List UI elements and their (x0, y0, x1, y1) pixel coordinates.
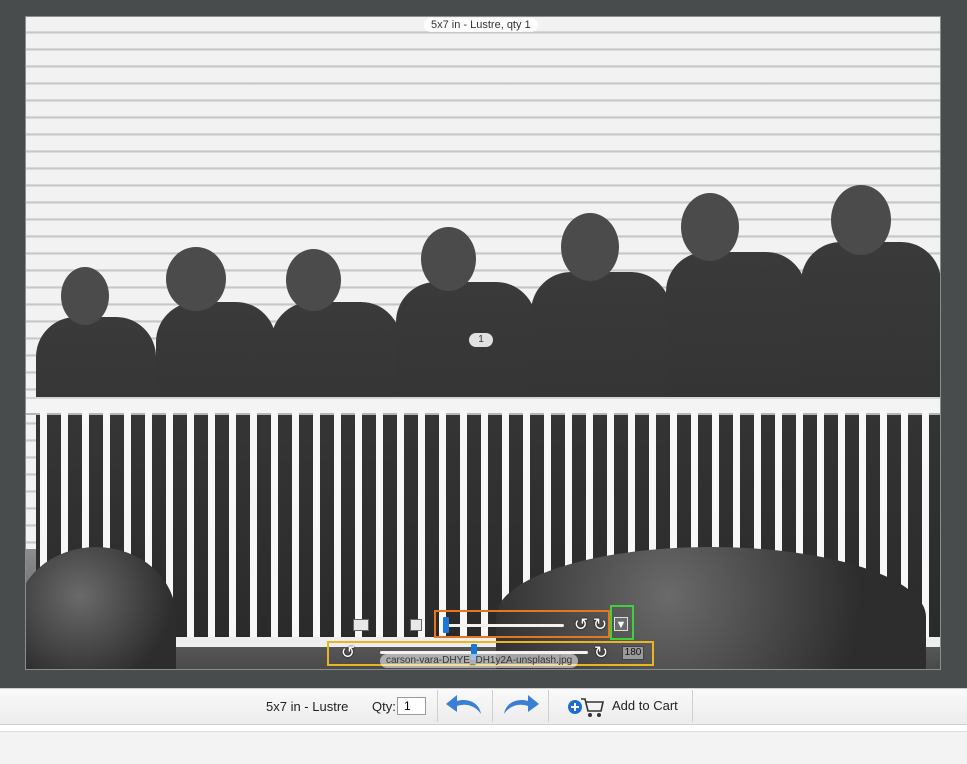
zoom-slider-thumb[interactable] (443, 617, 449, 633)
undo-button[interactable] (440, 690, 490, 722)
rotate-left-icon[interactable]: ↺ (572, 616, 590, 634)
photo-filename-label: carson-vara-DHYE_DH1y2A-unsplash.jpg (380, 654, 579, 668)
product-label: 5x7 in - Lustre (266, 699, 349, 714)
crop-portrait-icon[interactable] (410, 619, 422, 631)
toolbar-separator (692, 690, 693, 722)
photo-head-1 (61, 267, 109, 325)
photo-head-6 (681, 193, 739, 261)
photo-head-3 (286, 249, 341, 311)
photo-head-5 (561, 213, 619, 281)
print-canvas: 5x7 in - Lustre, qty 1 1 ↺ ↻ ▼ ↺ carson-… (0, 0, 967, 688)
add-to-cart-label: Add to Cart (612, 698, 678, 713)
page-number-badge: 1 (469, 333, 493, 347)
redo-button[interactable] (495, 690, 545, 722)
qty-label: Qty: (372, 699, 396, 714)
toolbar-separator (492, 690, 493, 722)
toolbar-separator (548, 690, 549, 722)
rotation-angle-value[interactable]: 180 (622, 646, 644, 660)
status-bar (0, 731, 967, 764)
redo-icon (504, 694, 539, 714)
rotate-ccw-icon[interactable]: ↺ (339, 644, 357, 662)
undo-icon (446, 694, 481, 714)
add-to-cart-button[interactable]: Add to Cart (560, 690, 690, 722)
photo-head-4 (421, 227, 476, 291)
dropdown-arrow-icon[interactable]: ▼ (614, 617, 628, 631)
add-to-cart-icon (568, 698, 604, 717)
zoom-slider-track[interactable] (446, 624, 564, 627)
rotate-right-icon[interactable]: ↻ (591, 616, 609, 634)
crop-landscape-icon[interactable] (353, 619, 369, 631)
toolbar-separator (437, 690, 438, 722)
photo-head-2 (166, 247, 226, 311)
photo-title-label: 5x7 in - Lustre, qty 1 (424, 18, 538, 32)
photo-head-7 (831, 185, 891, 255)
rotate-cw-icon[interactable]: ↻ (592, 644, 610, 662)
qty-input[interactable] (397, 697, 426, 715)
